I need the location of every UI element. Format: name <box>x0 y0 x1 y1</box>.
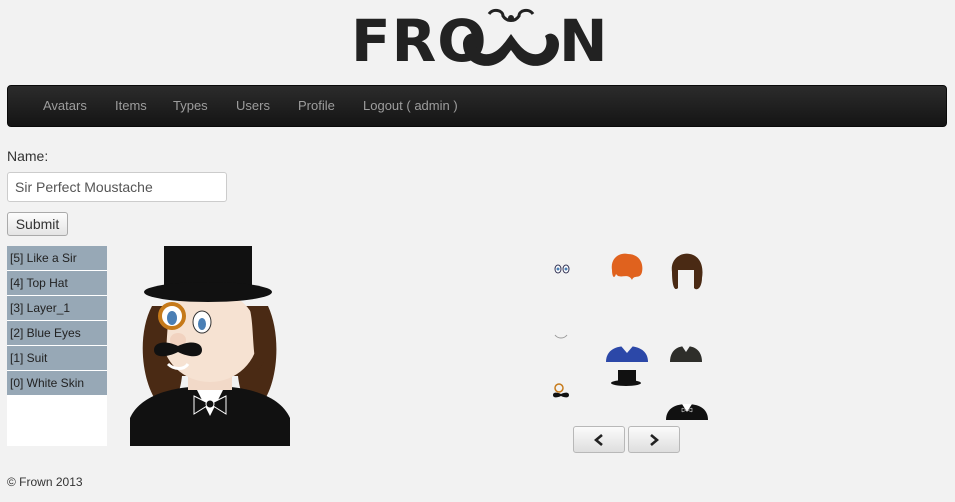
nav-avatars[interactable]: Avatars <box>43 86 87 126</box>
layer-item[interactable]: [4] Top Hat <box>7 271 107 296</box>
frown-logo: FRO N <box>351 6 608 74</box>
item-mouth[interactable] <box>554 334 568 340</box>
nav-items[interactable]: Items <box>115 86 147 126</box>
blue-eyes-layer <box>198 318 206 330</box>
item-blue-shirt[interactable] <box>606 344 648 362</box>
layer-item[interactable]: [3] Layer_1 <box>7 296 107 321</box>
item-eyes[interactable] <box>554 264 570 274</box>
next-page-button[interactable] <box>628 426 680 453</box>
chevron-right-icon <box>650 433 659 446</box>
item-top-hat[interactable] <box>610 370 642 386</box>
main-navbar: Avatars Items Types Users Profile Logout… <box>7 85 947 127</box>
layer-item[interactable]: [0] White Skin <box>7 371 107 396</box>
moustache-icon <box>463 8 559 66</box>
nav-types[interactable]: Types <box>173 86 208 126</box>
layer-item[interactable]: [5] Like a Sir <box>7 246 107 271</box>
submit-button[interactable]: Submit <box>7 212 68 236</box>
logo-text-right: N <box>559 7 609 75</box>
layer-list: [5] Like a Sir [4] Top Hat [3] Layer_1 [… <box>7 246 107 446</box>
name-label: Name: <box>7 148 49 164</box>
chevron-left-icon <box>594 433 603 446</box>
layer-item[interactable]: [1] Suit <box>7 346 107 371</box>
item-tuxedo[interactable] <box>666 402 708 420</box>
nav-users[interactable]: Users <box>236 86 270 126</box>
avatar-preview <box>130 246 290 446</box>
layer-item[interactable]: [2] Blue Eyes <box>7 321 107 346</box>
item-monocle-moustache[interactable] <box>552 382 570 400</box>
footer-copyright: © Frown 2013 <box>7 475 83 489</box>
item-dark-jacket[interactable] <box>670 344 702 362</box>
prev-page-button[interactable] <box>573 426 625 453</box>
item-brown-curly-hair[interactable] <box>668 252 704 292</box>
nav-logout[interactable]: Logout ( admin ) <box>363 86 458 126</box>
item-orange-hair[interactable] <box>610 252 644 282</box>
item-grid <box>540 246 720 426</box>
nav-profile[interactable]: Profile <box>298 86 335 126</box>
name-input[interactable] <box>7 172 227 202</box>
